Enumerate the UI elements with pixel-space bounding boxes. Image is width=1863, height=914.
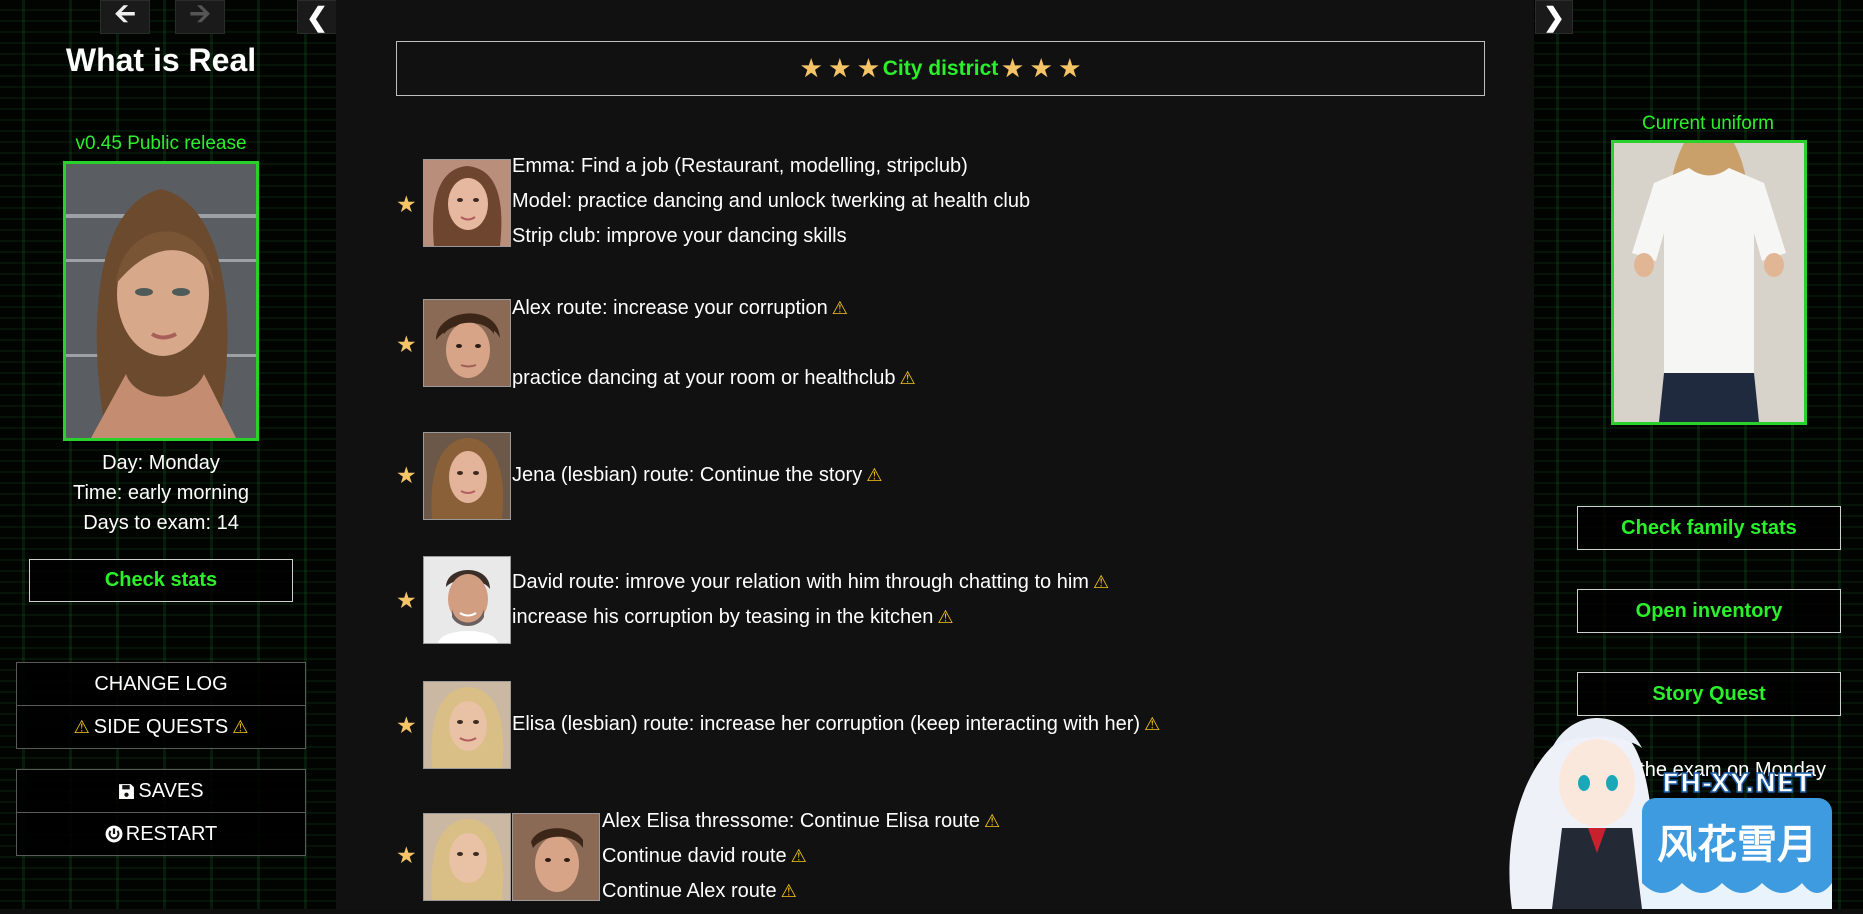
restart-button[interactable]: RESTART [17, 812, 305, 855]
collapse-left-sidebar-button[interactable]: ❮ [297, 0, 337, 34]
character-thumbnail[interactable] [423, 556, 511, 644]
info-menu: CHANGE LOG ⚠ SIDE QUESTS ⚠ [16, 662, 306, 749]
warning-icon: ⚠ [780, 881, 797, 901]
district-title: City district [882, 56, 999, 80]
version-label: v0.45 Public release [75, 133, 247, 154]
warning-icon: ⚠ [790, 846, 807, 866]
star-icon: ★ [858, 55, 879, 81]
changelog-button[interactable]: CHANGE LOG [17, 663, 305, 705]
character-thumbnail[interactable] [423, 681, 511, 769]
quest-text: Continue Alex route ⚠ [602, 880, 797, 902]
player-portrait [63, 161, 259, 441]
forward-button[interactable]: 🡪 [175, 0, 225, 34]
warning-icon: ⚠ [232, 716, 249, 737]
quest-text: practice dancing at your room or healthc… [512, 367, 916, 389]
warning-icon: ⚠ [983, 811, 1001, 831]
character-thumbnail[interactable] [512, 813, 600, 901]
check-family-stats-button[interactable]: Check family stats [1577, 506, 1841, 550]
warning-icon: ⚠ [1092, 572, 1110, 592]
character-thumbnail[interactable] [423, 299, 511, 387]
quest-text: increase his corruption by teasing in th… [512, 606, 954, 628]
save-icon [119, 783, 135, 799]
star-icon: ★ [800, 55, 822, 81]
star-icon: ★ [396, 587, 417, 613]
main-panel [336, 0, 1534, 909]
character-thumbnail[interactable] [423, 813, 511, 901]
star-icon: ★ [1059, 55, 1081, 81]
star-icon: ★ [1002, 55, 1023, 81]
check-stats-button[interactable]: Check stats [29, 559, 293, 602]
uniform-image [1611, 140, 1807, 425]
quest-text: Emma: Find a job (Restaurant, modelling,… [512, 155, 968, 177]
quest-text: Continue david route ⚠ [602, 845, 807, 867]
district-header: ★ ★ ★ City district ★ ★ ★ [396, 41, 1485, 96]
svg-text:风花雪月: 风花雪月 [1657, 822, 1817, 868]
days-to-exam-status: Days to exam: 14 [83, 512, 239, 534]
power-icon [105, 825, 123, 843]
quest-text: David route: imrove your relation with h… [512, 571, 1110, 593]
star-icon: ★ [396, 712, 417, 738]
warning-icon: ⚠ [866, 465, 883, 485]
star-icon: ★ [396, 191, 417, 217]
back-button[interactable]: 🡨 [100, 0, 150, 34]
chevron-right-icon: ❯ [1543, 1, 1565, 32]
uniform-label: Current uniform [1642, 113, 1774, 134]
star-icon: ★ [396, 842, 417, 868]
open-inventory-button[interactable]: Open inventory [1577, 589, 1841, 633]
warning-icon: ⚠ [937, 607, 954, 627]
character-thumbnail[interactable] [423, 159, 511, 247]
quest-text: Jena (lesbian) route: Continue the story… [512, 464, 883, 486]
warning-icon: ⚠ [73, 716, 90, 737]
system-menu: SAVES RESTART [16, 769, 306, 856]
quest-text: Alex route: increase your corruption ⚠ [512, 297, 848, 319]
star-icon: ★ [396, 331, 417, 357]
collapse-right-sidebar-button[interactable]: ❯ [1535, 0, 1573, 34]
side-quests-button[interactable]: ⚠ SIDE QUESTS ⚠ [17, 705, 305, 748]
time-status: Time: early morning [73, 482, 249, 504]
svg-text:FH-XY.NET: FH-XY.NET [1662, 769, 1812, 799]
warning-icon: ⚠ [1144, 714, 1161, 734]
star-icon: ★ [829, 55, 851, 81]
arrow-left-icon: 🡨 [114, 0, 136, 28]
quest-text: Strip club: improve your dancing skills [512, 225, 847, 247]
game-title: What is Real [65, 42, 257, 78]
character-thumbnail[interactable] [423, 432, 511, 520]
warning-icon: ⚠ [899, 368, 916, 388]
star-icon: ★ [396, 462, 417, 488]
warning-icon: ⚠ [831, 298, 848, 318]
saves-button[interactable]: SAVES [17, 770, 305, 812]
day-status: Day: Monday [102, 452, 220, 474]
arrow-right-icon: 🡪 [189, 0, 211, 28]
quest-text: Elisa (lesbian) route: increase her corr… [512, 713, 1161, 735]
watermark-logo: FH-XY.NET 风花雪月 [1492, 688, 1843, 909]
star-icon: ★ [1030, 55, 1052, 81]
quest-text: Alex Elisa thressome: Continue Elisa rou… [602, 810, 1001, 832]
quest-text: Model: practice dancing and unlock twerk… [512, 190, 1031, 212]
chevron-left-icon: ❮ [306, 1, 328, 32]
